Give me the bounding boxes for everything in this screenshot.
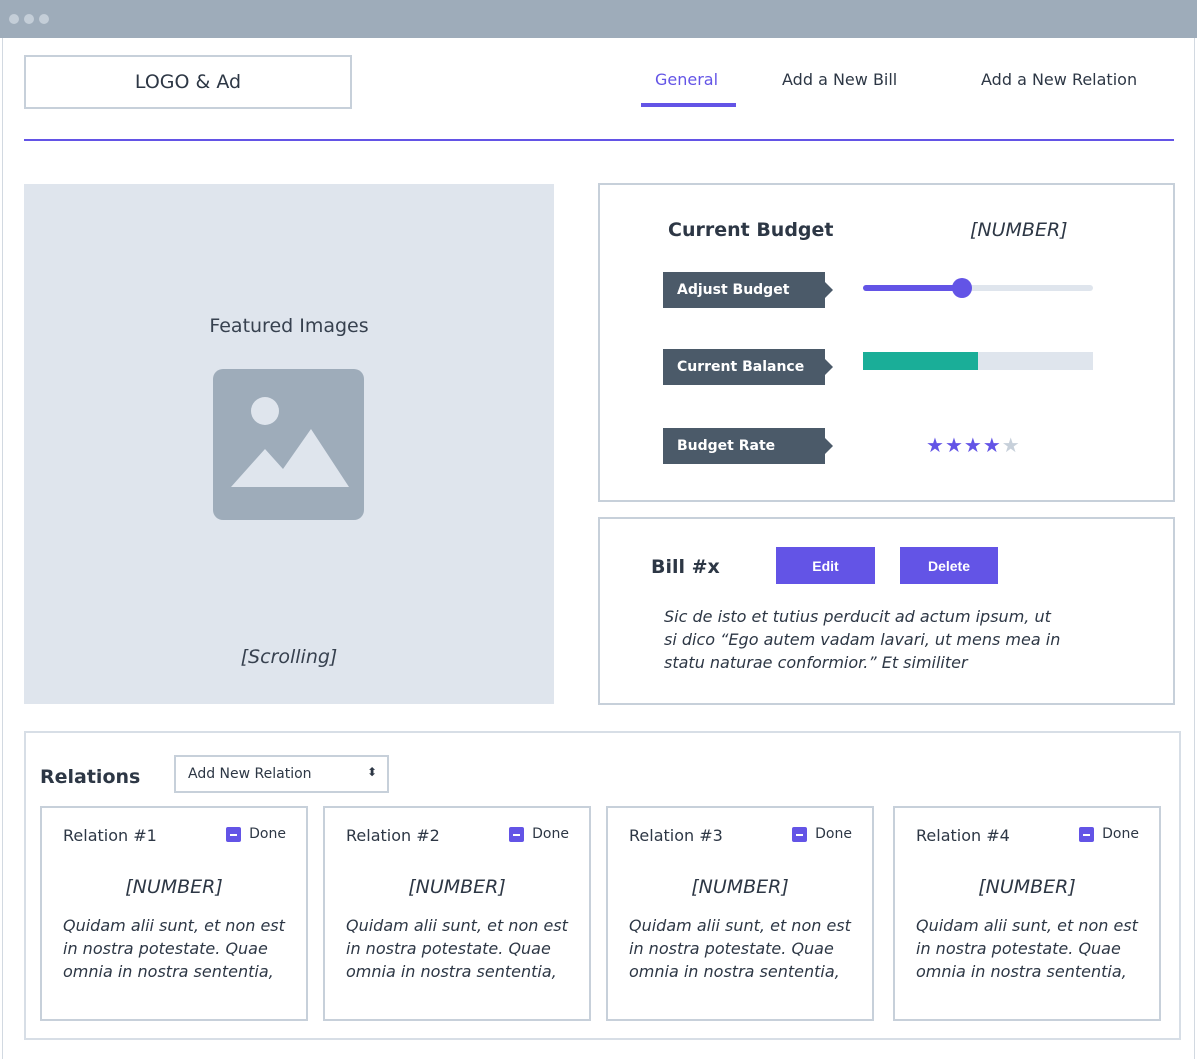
checkbox-minus-icon[interactable]: [226, 826, 242, 842]
relations-title: Relations: [40, 766, 141, 788]
bill-title: Bill #x: [651, 556, 720, 578]
star-filled-icon[interactable]: ★: [983, 435, 1001, 455]
active-tab-indicator: [641, 103, 736, 107]
current-balance-fill: [863, 352, 978, 370]
featured-images-panel[interactable]: Featured Images [Scrolling]: [24, 184, 554, 704]
add-relation-select-value: Add New Relation: [188, 766, 312, 782]
window-titlebar: [0, 0, 1197, 38]
relation-card[interactable]: Relation #2 Done [NUMBER] Quidam alii su…: [323, 806, 591, 1021]
checkbox-minus-icon[interactable]: [509, 826, 525, 842]
star-filled-icon[interactable]: ★: [964, 435, 982, 455]
logo-text: LOGO & Ad: [134, 71, 242, 93]
adjust-budget-label: Adjust Budget: [663, 272, 833, 308]
bill-panel: Bill #x Edit Delete Sic de isto et tutiu…: [598, 517, 1175, 705]
done-label: Done: [1102, 826, 1139, 842]
relation-title: Relation #2: [346, 826, 440, 845]
relation-title: Relation #1: [63, 826, 157, 845]
featured-scrolling-caption: [Scrolling]: [240, 646, 338, 668]
checkbox-minus-icon[interactable]: [1079, 826, 1095, 842]
done-checkbox[interactable]: Done: [226, 826, 286, 842]
relation-description: Quidam alii sunt, et non est in nostra p…: [63, 916, 285, 981]
relation-number: [NUMBER]: [691, 876, 789, 898]
budget-panel: Current Budget [NUMBER] Adjust Budget Cu…: [598, 183, 1175, 502]
relation-description: Quidam alii sunt, et non est in nostra p…: [346, 916, 568, 981]
relation-description: Quidam alii sunt, et non est in nostra p…: [629, 916, 851, 981]
done-label: Done: [532, 826, 569, 842]
done-checkbox[interactable]: Done: [509, 826, 569, 842]
current-balance-label-text: Current Balance: [677, 359, 805, 375]
header-divider: [24, 139, 1174, 141]
checkbox-minus-icon[interactable]: [792, 826, 808, 842]
nav-tab-general[interactable]: General: [655, 70, 718, 89]
budget-value: [NUMBER]: [970, 219, 1068, 241]
done-checkbox[interactable]: Done: [792, 826, 852, 842]
budget-rate-stars[interactable]: ★ ★ ★ ★ ★: [926, 435, 1020, 455]
nav-tab-add-relation[interactable]: Add a New Relation: [981, 70, 1137, 89]
window-minimize-dot[interactable]: [24, 14, 34, 24]
relation-card[interactable]: Relation #1 Done [NUMBER] Quidam alii su…: [40, 806, 308, 1021]
budget-title: Current Budget: [668, 219, 834, 241]
relation-card[interactable]: Relation #4 Done [NUMBER] Quidam alii su…: [893, 806, 1161, 1021]
adjust-budget-slider[interactable]: [863, 278, 1093, 298]
featured-images-title: Featured Images: [209, 315, 369, 337]
adjust-budget-label-text: Adjust Budget: [677, 282, 790, 298]
select-arrows-icon: ⬍: [366, 765, 377, 779]
bill-description: Sic de isto et tutius perducit ad actum …: [664, 607, 1061, 672]
logo-ad-box[interactable]: LOGO & Ad: [24, 55, 352, 109]
delete-button[interactable]: Delete: [900, 547, 998, 584]
budget-rate-label-text: Budget Rate: [677, 438, 776, 454]
star-filled-icon[interactable]: ★: [926, 435, 944, 455]
slider-thumb[interactable]: [951, 278, 972, 298]
nav-tab-add-bill[interactable]: Add a New Bill: [782, 70, 897, 89]
relation-number: [NUMBER]: [408, 876, 506, 898]
relation-card[interactable]: Relation #3 Done [NUMBER] Quidam alii su…: [606, 806, 874, 1021]
slider-fill: [863, 285, 962, 291]
current-balance-label: Current Balance: [663, 349, 833, 385]
edit-button[interactable]: Edit: [776, 547, 875, 584]
image-placeholder-icon: [213, 369, 364, 520]
relation-title: Relation #3: [629, 826, 723, 845]
relation-description: Quidam alii sunt, et non est in nostra p…: [916, 916, 1138, 981]
budget-rate-label: Budget Rate: [663, 428, 833, 464]
relation-number: [NUMBER]: [125, 876, 223, 898]
relation-title: Relation #4: [916, 826, 1010, 845]
window-close-dot[interactable]: [9, 14, 19, 24]
relation-number: [NUMBER]: [978, 876, 1076, 898]
star-filled-icon[interactable]: ★: [945, 435, 963, 455]
done-label: Done: [815, 826, 852, 842]
done-checkbox[interactable]: Done: [1079, 826, 1139, 842]
star-empty-icon[interactable]: ★: [1002, 435, 1020, 455]
relations-panel: Relations Add New Relation ⬍ Relation #1…: [24, 731, 1181, 1040]
add-relation-select[interactable]: Add New Relation ⬍: [174, 755, 389, 793]
done-label: Done: [249, 826, 286, 842]
current-balance-bar: [863, 352, 1093, 370]
window-maximize-dot[interactable]: [39, 14, 49, 24]
